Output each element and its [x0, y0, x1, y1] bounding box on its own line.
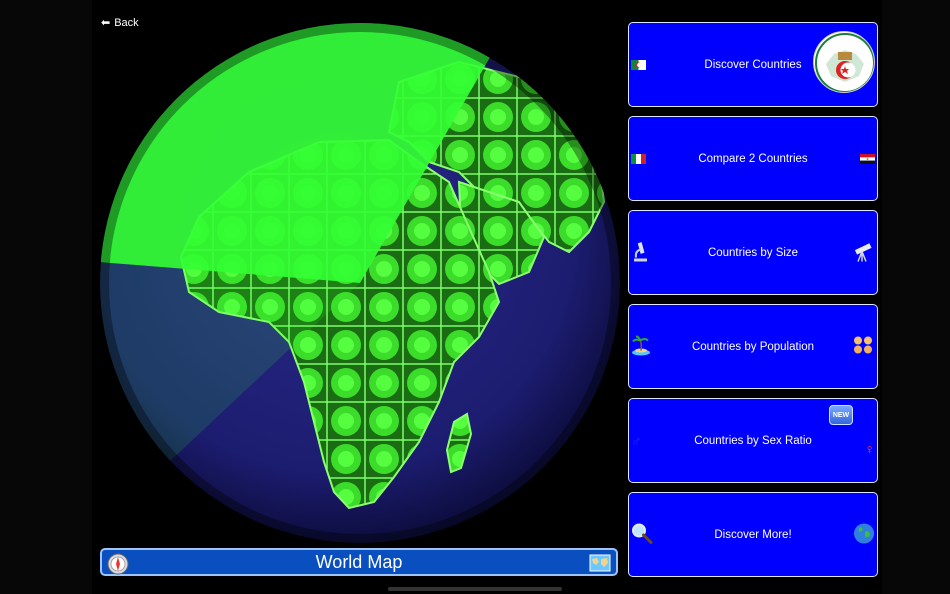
earth-globe-icon — [853, 522, 875, 547]
countries-by-sex-ratio-button[interactable]: ♂ Countries by Sex Ratio NEW ♀ — [628, 398, 878, 483]
discover-countries-button[interactable]: Discover Countries — [628, 22, 878, 107]
countries-by-size-button[interactable]: Countries by Size — [628, 210, 878, 295]
discover-countries-label: Discover Countries — [704, 58, 802, 71]
world-map-label: World Map — [315, 551, 403, 572]
countries-by-size-label: Countries by Size — [707, 246, 799, 259]
italy-flag-icon — [631, 151, 646, 167]
telescope-icon — [853, 240, 875, 265]
globe-map[interactable] — [99, 22, 621, 544]
new-badge: NEW — [829, 405, 853, 425]
compare-countries-label: Compare 2 Countries — [698, 152, 808, 165]
discover-more-button[interactable]: Discover More! — [628, 492, 878, 577]
compare-countries-button[interactable]: Compare 2 Countries — [628, 116, 878, 201]
female-symbol-icon: ♀ — [864, 440, 876, 457]
compass-icon — [107, 553, 129, 580]
microscope-icon — [631, 240, 649, 265]
discover-more-label: Discover More! — [714, 528, 792, 541]
right-margin — [882, 0, 950, 594]
algeria-emblem-icon — [813, 31, 875, 93]
people-icon — [851, 334, 875, 359]
male-symbol-icon: ♂ — [631, 432, 642, 449]
egypt-flag-icon — [860, 151, 875, 167]
home-indicator — [388, 587, 562, 591]
left-margin — [0, 0, 92, 594]
map-icon — [589, 553, 611, 578]
world-map-button[interactable]: World Map — [100, 548, 618, 576]
countries-by-population-button[interactable]: Countries by Population — [628, 304, 878, 389]
countries-by-sex-ratio-label: Countries by Sex Ratio — [694, 434, 812, 447]
island-icon — [631, 334, 651, 359]
countries-by-population-label: Countries by Population — [691, 340, 815, 353]
algeria-flag-icon — [631, 57, 646, 73]
magnifier-icon — [631, 522, 653, 547]
